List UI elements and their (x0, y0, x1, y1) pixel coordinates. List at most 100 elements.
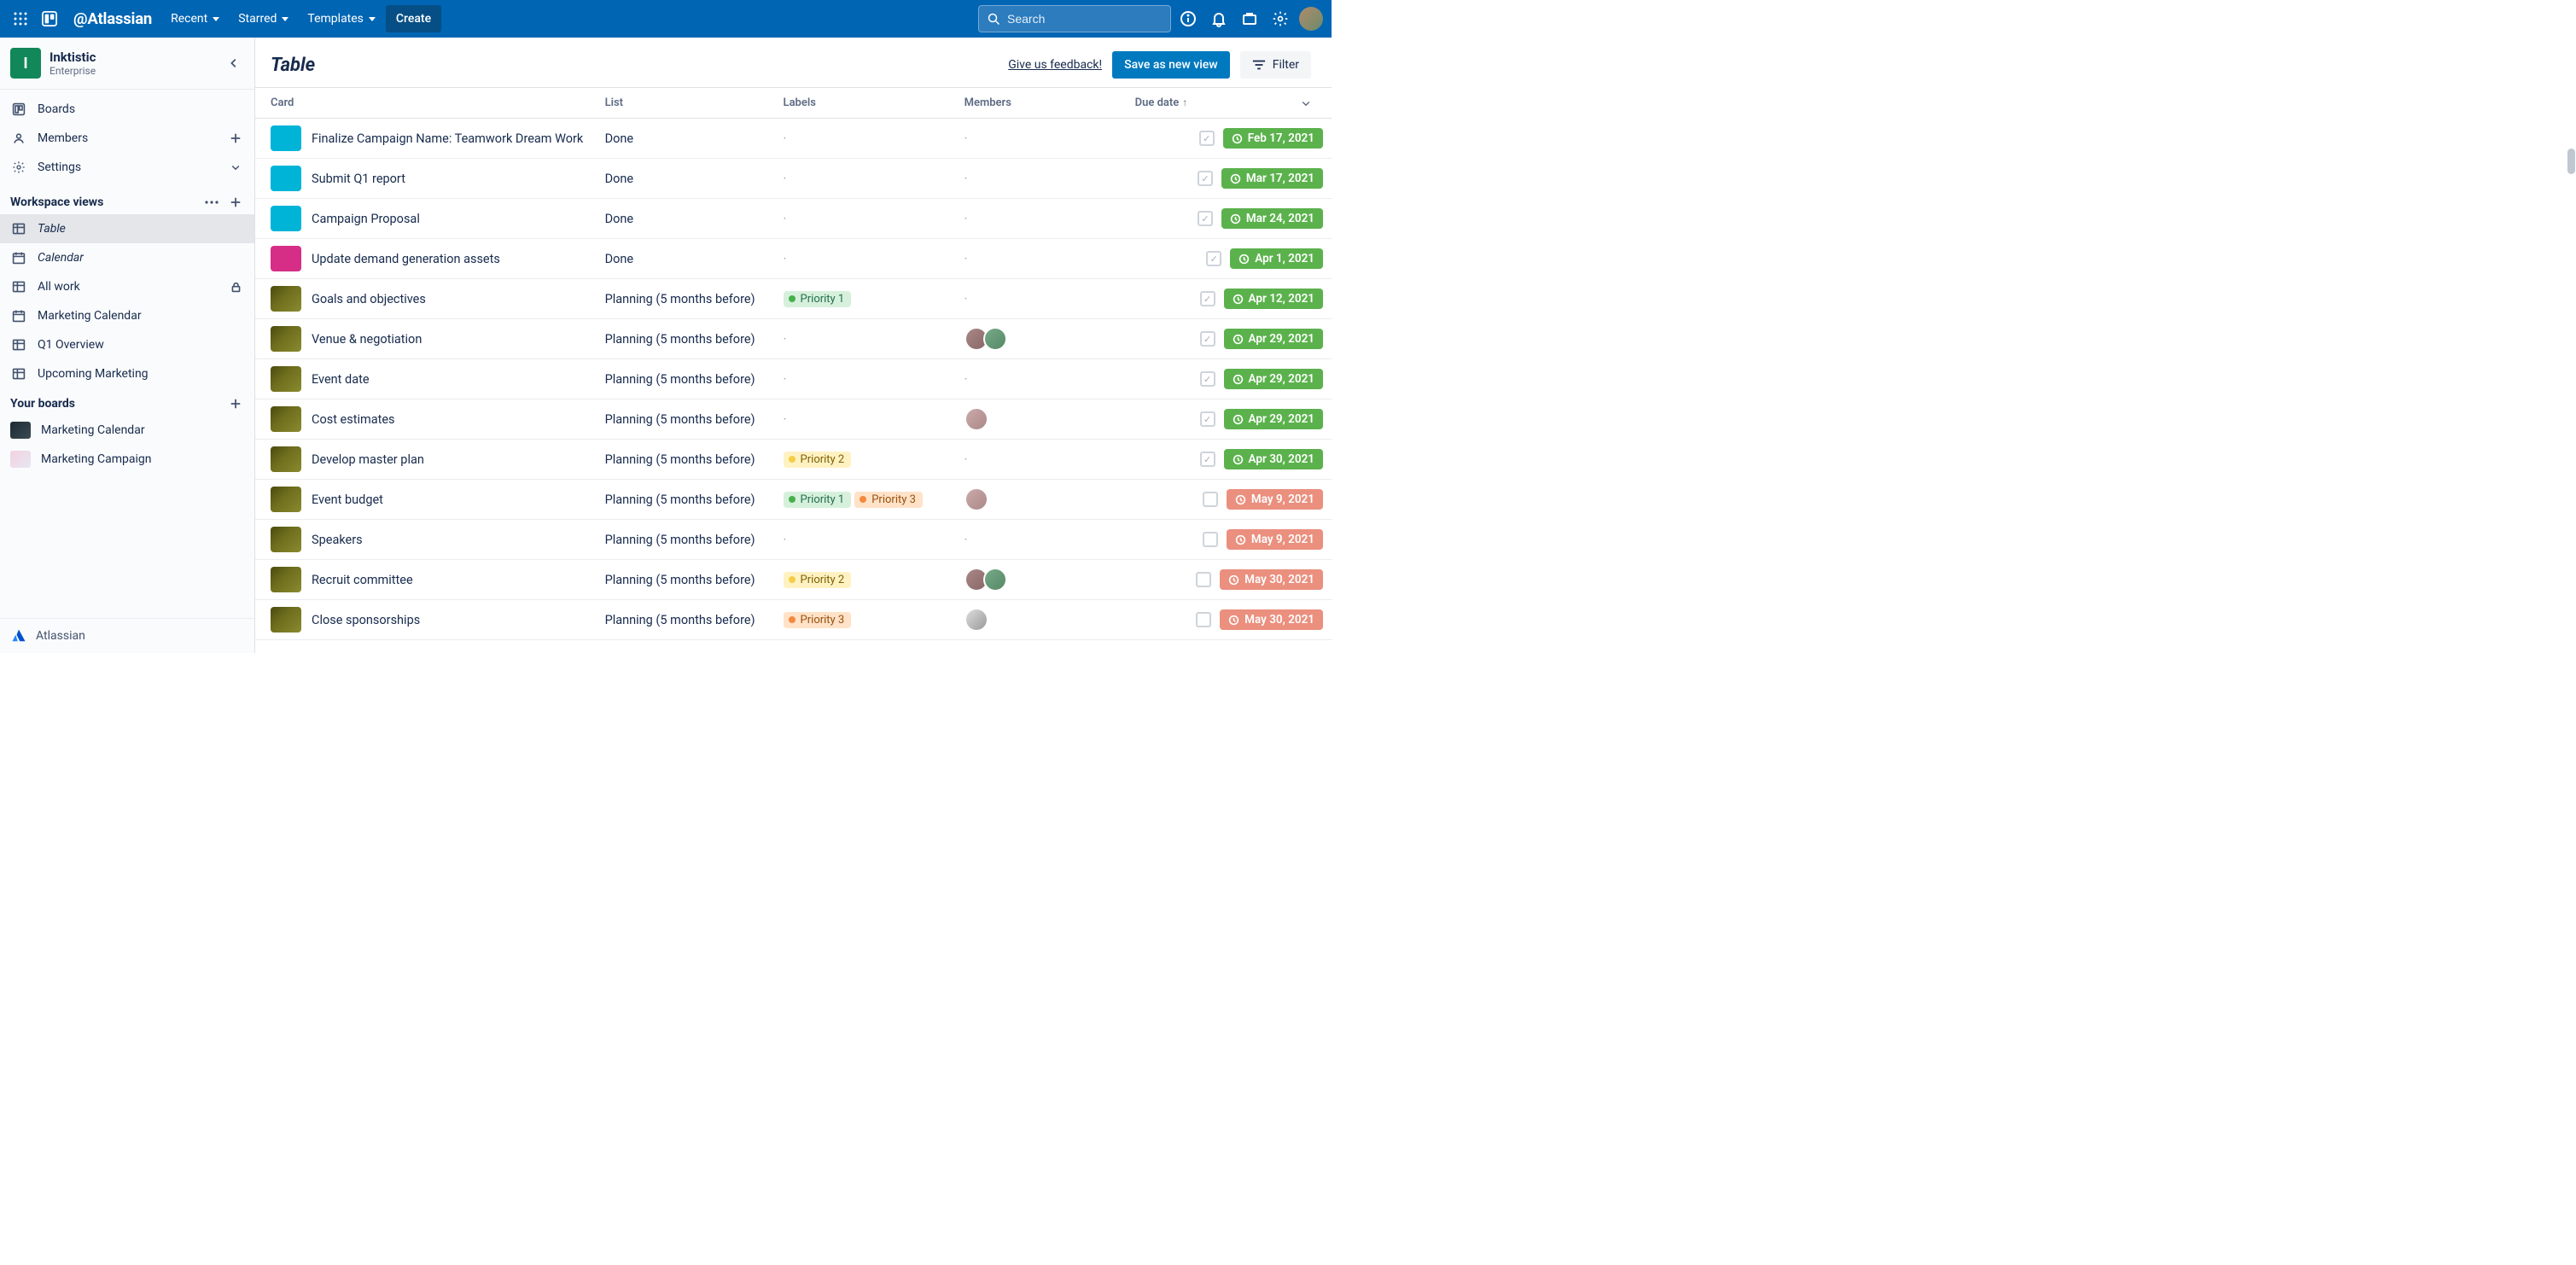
due-complete-checkbox[interactable] (1203, 532, 1218, 547)
due-date-badge[interactable]: Apr 12, 2021 (1224, 289, 1323, 309)
due-date-badge[interactable]: May 9, 2021 (1227, 489, 1323, 510)
sidebar-footer[interactable]: Atlassian (0, 618, 254, 653)
due-complete-checkbox[interactable] (1199, 131, 1215, 146)
due-complete-checkbox[interactable] (1196, 612, 1211, 627)
table-row[interactable]: Submit Q1 reportDone Mar 17, 2021 (255, 159, 1332, 199)
table-row[interactable]: SpeakersPlanning (5 months before) May 9… (255, 520, 1332, 560)
create-button[interactable]: Create (386, 5, 441, 32)
filter-button[interactable]: Filter (1240, 51, 1311, 79)
table-row[interactable]: Update demand generation assetsDone Apr … (255, 239, 1332, 279)
label-pill[interactable]: Priority 2 (784, 452, 852, 468)
due-complete-checkbox[interactable] (1200, 331, 1215, 347)
due-date-badge[interactable]: Mar 24, 2021 (1221, 208, 1323, 229)
due-date-badge[interactable]: Mar 17, 2021 (1221, 168, 1323, 189)
labels-cell (775, 359, 956, 399)
due-date-badge[interactable]: May 30, 2021 (1220, 609, 1323, 630)
due-complete-checkbox[interactable] (1203, 492, 1218, 507)
due-complete-checkbox[interactable] (1200, 452, 1215, 467)
table-row[interactable]: Recruit committeePlanning (5 months befo… (255, 560, 1332, 600)
label-pill[interactable]: Priority 1 (784, 492, 852, 508)
th-actions[interactable] (1292, 88, 1332, 119)
briefcase-icon[interactable] (1236, 5, 1263, 32)
member-avatar[interactable] (965, 608, 988, 632)
sidebar-collapse-button[interactable] (224, 53, 244, 73)
due-complete-checkbox[interactable] (1198, 171, 1213, 186)
starred-menu[interactable]: Starred (230, 5, 297, 32)
add-view-icon[interactable] (227, 194, 244, 211)
due-complete-checkbox[interactable] (1198, 211, 1213, 226)
save-view-button[interactable]: Save as new view (1112, 51, 1230, 79)
account-avatar[interactable] (1297, 5, 1325, 32)
add-board-icon[interactable] (227, 395, 244, 412)
topbar: @Atlassian Recent Starred Templates Crea… (0, 0, 1332, 38)
add-member-icon[interactable] (227, 130, 244, 147)
brand-home[interactable]: @Atlassian (65, 5, 160, 32)
table-row[interactable]: Event budgetPlanning (5 months before)Pr… (255, 480, 1332, 520)
due-date-badge[interactable]: Apr 29, 2021 (1224, 369, 1323, 389)
th-members[interactable]: Members (956, 88, 1127, 119)
member-avatar[interactable] (965, 407, 988, 431)
info-icon[interactable] (1174, 5, 1202, 32)
label-pill[interactable]: Priority 3 (784, 612, 852, 628)
views-more-icon[interactable] (203, 194, 220, 211)
sidebar-view-item[interactable]: Upcoming Marketing (0, 359, 254, 388)
due-complete-checkbox[interactable] (1206, 251, 1221, 266)
due-date-badge[interactable]: Apr 29, 2021 (1224, 329, 1323, 349)
due-date-badge[interactable]: May 9, 2021 (1227, 529, 1323, 550)
table-row[interactable]: Cost estimatesPlanning (5 months before)… (255, 399, 1332, 440)
member-avatar[interactable] (983, 568, 1007, 592)
settings-gear-icon[interactable] (1267, 5, 1294, 32)
due-date-badge[interactable]: Apr 30, 2021 (1224, 449, 1323, 469)
sidebar-item-boards[interactable]: Boards (0, 95, 254, 124)
search-input[interactable] (1007, 12, 1162, 26)
sidebar-board-item[interactable]: Marketing Calendar (0, 416, 254, 445)
member-avatar[interactable] (965, 487, 988, 511)
sidebar-view-item[interactable]: Calendar (0, 243, 254, 272)
scrollbar-thumb[interactable] (2567, 149, 2575, 174)
due-date-badge[interactable]: May 30, 2021 (1220, 569, 1323, 590)
table-row[interactable]: Finalize Campaign Name: Teamwork Dream W… (255, 119, 1332, 159)
notifications-icon[interactable] (1205, 5, 1233, 32)
templates-menu[interactable]: Templates (299, 5, 384, 32)
apps-switcher-icon[interactable] (7, 5, 34, 32)
sidebar-board-item[interactable]: Marketing Campaign (0, 445, 254, 474)
label-pill[interactable]: Priority 2 (784, 572, 852, 588)
card-title: Cost estimates (312, 412, 395, 427)
th-list[interactable]: List (597, 88, 775, 119)
trello-logo-icon[interactable] (36, 5, 63, 32)
due-complete-checkbox[interactable] (1200, 371, 1215, 387)
th-card[interactable]: Card (255, 88, 597, 119)
sidebar-item-settings[interactable]: Settings (0, 153, 254, 182)
sidebar-view-item[interactable]: Marketing Calendar (0, 301, 254, 330)
sidebar-view-item[interactable]: Table (0, 214, 254, 243)
th-due-date[interactable]: Due date↑ (1127, 88, 1292, 119)
expand-settings-icon[interactable] (227, 159, 244, 176)
table-row[interactable]: Develop master planPlanning (5 months be… (255, 440, 1332, 480)
table-row[interactable]: Event datePlanning (5 months before) Apr… (255, 359, 1332, 399)
feedback-link[interactable]: Give us feedback! (1008, 58, 1102, 72)
table-row[interactable]: Goals and objectivesPlanning (5 months b… (255, 279, 1332, 319)
due-complete-checkbox[interactable] (1200, 291, 1215, 306)
due-date-text: May 30, 2021 (1244, 613, 1314, 627)
workspace-views-label: Workspace views (10, 195, 103, 209)
label-pill[interactable]: Priority 1 (784, 291, 852, 307)
due-complete-checkbox[interactable] (1196, 572, 1211, 587)
recent-menu[interactable]: Recent (162, 5, 228, 32)
due-complete-checkbox[interactable] (1200, 411, 1215, 427)
sidebar-item-members[interactable]: Members (0, 124, 254, 153)
due-date-badge[interactable]: Apr 1, 2021 (1230, 248, 1323, 269)
due-date-badge[interactable]: Feb 17, 2021 (1223, 128, 1323, 149)
th-labels[interactable]: Labels (775, 88, 956, 119)
search-box[interactable] (978, 5, 1171, 32)
workspace-name: Inktistic (50, 50, 96, 65)
label-pill[interactable]: Priority 3 (854, 492, 923, 508)
sidebar-view-item[interactable]: All work (0, 272, 254, 301)
sidebar-view-item[interactable]: Q1 Overview (0, 330, 254, 359)
filter-icon (1252, 59, 1266, 71)
recent-menu-label: Recent (171, 12, 207, 26)
table-row[interactable]: Close sponsorshipsPlanning (5 months bef… (255, 600, 1332, 640)
member-avatar[interactable] (983, 327, 1007, 351)
due-date-badge[interactable]: Apr 29, 2021 (1224, 409, 1323, 429)
table-row[interactable]: Campaign ProposalDone Mar 24, 2021 (255, 199, 1332, 239)
table-row[interactable]: Venue & negotiationPlanning (5 months be… (255, 319, 1332, 359)
